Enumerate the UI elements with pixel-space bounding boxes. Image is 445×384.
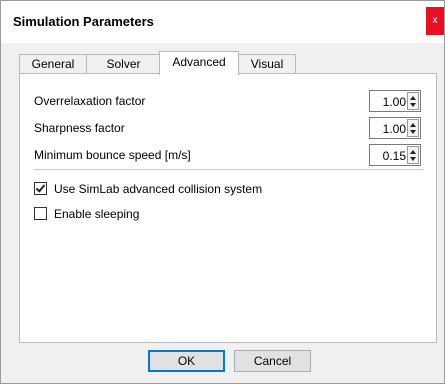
- min-bounce-speed-stepper[interactable]: [407, 146, 419, 164]
- enable-sleeping-checkbox[interactable]: [34, 207, 47, 220]
- arrow-up-icon[interactable]: [410, 150, 416, 154]
- advanced-collision-checkbox[interactable]: [34, 182, 47, 195]
- tab-general[interactable]: General: [19, 54, 87, 74]
- cancel-button[interactable]: Cancel: [234, 350, 311, 372]
- min-bounce-speed-value[interactable]: 0.15: [372, 149, 406, 163]
- advanced-collision-label[interactable]: Use SimLab advanced collision system: [54, 182, 262, 196]
- sharpness-label: Sharpness factor: [34, 121, 125, 135]
- min-bounce-speed-label: Minimum bounce speed [m/s]: [34, 148, 191, 162]
- tab-strip: General Solver Advanced Visual: [19, 51, 439, 75]
- advanced-panel: Overrelaxation factor 1.00 Sharpness fac…: [19, 73, 437, 343]
- arrow-up-icon[interactable]: [410, 123, 416, 127]
- arrow-down-icon[interactable]: [410, 157, 416, 161]
- arrow-down-icon[interactable]: [410, 103, 416, 107]
- simulation-parameters-dialog: Simulation Parameters x General Solver A…: [0, 0, 445, 384]
- title-bar: Simulation Parameters x: [1, 1, 444, 43]
- min-bounce-speed-spinbox[interactable]: 0.15: [369, 144, 421, 166]
- overrelaxation-spinbox[interactable]: 1.00: [369, 90, 421, 112]
- tab-advanced[interactable]: Advanced: [159, 51, 239, 75]
- ok-button[interactable]: OK: [148, 350, 225, 372]
- overrelaxation-stepper[interactable]: [407, 92, 419, 110]
- sharpness-value[interactable]: 1.00: [372, 122, 406, 136]
- sharpness-spinbox[interactable]: 1.00: [369, 117, 421, 139]
- tab-solver[interactable]: Solver: [86, 54, 161, 74]
- overrelaxation-label: Overrelaxation factor: [34, 94, 146, 108]
- close-button[interactable]: x: [426, 7, 444, 35]
- checkmark-icon: [35, 182, 46, 193]
- sharpness-stepper[interactable]: [407, 119, 419, 137]
- arrow-down-icon[interactable]: [410, 130, 416, 134]
- separator: [34, 169, 423, 170]
- tab-visual[interactable]: Visual: [238, 54, 296, 74]
- enable-sleeping-label[interactable]: Enable sleeping: [54, 207, 139, 221]
- overrelaxation-value[interactable]: 1.00: [372, 95, 406, 109]
- dialog-title: Simulation Parameters: [13, 14, 154, 29]
- arrow-up-icon[interactable]: [410, 96, 416, 100]
